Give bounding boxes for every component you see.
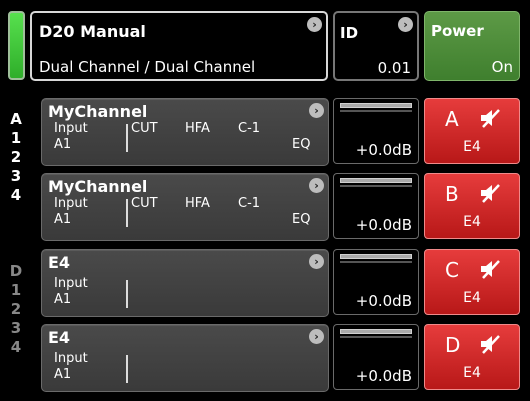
channel-name: E4 xyxy=(48,253,71,272)
mute-letter: A xyxy=(445,107,459,131)
mute-letter: D xyxy=(445,333,461,357)
input-label: Input xyxy=(54,121,88,136)
side-label-a: A xyxy=(10,110,22,128)
channel-c-panel[interactable]: E4 Input A1 › xyxy=(41,249,329,317)
power-label: Power xyxy=(431,22,484,40)
level-value: +0.0dB xyxy=(355,141,412,159)
divider xyxy=(126,280,128,308)
power-button[interactable]: Power On xyxy=(424,11,520,81)
crossover-label: C-1 xyxy=(238,196,261,211)
input-value: A1 xyxy=(54,292,72,307)
side-label-d1: 1 xyxy=(10,281,22,299)
id-label: ID xyxy=(340,24,359,42)
level-meter-track xyxy=(340,185,412,187)
level-value: +0.0dB xyxy=(355,367,412,385)
side-label-d4: 4 xyxy=(10,338,22,356)
divider xyxy=(126,199,128,227)
input-value: A1 xyxy=(54,367,72,382)
chevron-right-icon: › xyxy=(309,103,324,118)
speaker-mute-icon xyxy=(481,260,500,279)
mute-sub: E4 xyxy=(463,290,481,306)
chevron-right-icon: › xyxy=(309,329,324,344)
device-header-button[interactable]: D20 Manual Dual Channel / Dual Channel › xyxy=(30,11,328,81)
level-meter xyxy=(340,178,412,183)
level-meter-track xyxy=(340,110,412,112)
level-meter xyxy=(340,103,412,108)
status-indicator xyxy=(8,11,25,80)
channel-d-level[interactable]: +0.0dB xyxy=(333,324,419,390)
side-label-d2: 2 xyxy=(10,300,22,318)
input-label: Input xyxy=(54,196,88,211)
mute-button-b[interactable]: B E4 xyxy=(424,173,520,239)
speaker-mute-icon xyxy=(481,184,500,203)
power-value: On xyxy=(491,58,513,76)
device-mode: Dual Channel / Dual Channel xyxy=(39,58,256,76)
hfa-label: HFA xyxy=(185,196,210,211)
side-label-4: 4 xyxy=(10,186,22,204)
side-label-1: 1 xyxy=(10,129,22,147)
mute-sub: E4 xyxy=(463,214,481,230)
id-button[interactable]: ID 0.01 › xyxy=(333,11,419,81)
input-label: Input xyxy=(54,276,88,291)
mute-button-d[interactable]: D E4 xyxy=(424,324,520,390)
mute-letter: B xyxy=(445,182,459,206)
hfa-label: HFA xyxy=(185,121,210,136)
mute-sub: E4 xyxy=(463,139,481,155)
cut-label: CUT xyxy=(131,121,158,136)
side-label-d: D xyxy=(9,262,23,280)
channel-name: MyChannel xyxy=(48,177,148,196)
divider xyxy=(126,124,128,152)
eq-label: EQ xyxy=(292,212,311,227)
side-label-d3: 3 xyxy=(10,319,22,337)
input-value: A1 xyxy=(54,137,72,152)
mute-button-a[interactable]: A E4 xyxy=(424,98,520,164)
level-meter xyxy=(340,254,412,259)
divider xyxy=(126,355,128,383)
side-label-3: 3 xyxy=(10,167,22,185)
side-label-2: 2 xyxy=(10,148,22,166)
chevron-right-icon: › xyxy=(309,254,324,269)
device-title: D20 Manual xyxy=(39,22,146,41)
speaker-mute-icon xyxy=(481,335,500,354)
cut-label: CUT xyxy=(131,196,158,211)
level-meter-track xyxy=(340,261,412,263)
channel-a-panel[interactable]: MyChannel Input A1 CUT HFA C-1 EQ › xyxy=(41,98,329,166)
input-label: Input xyxy=(54,351,88,366)
chevron-right-icon: › xyxy=(307,17,322,32)
id-value: 0.01 xyxy=(377,59,411,77)
mute-letter: C xyxy=(445,258,459,282)
level-meter xyxy=(340,329,412,334)
channel-a-level[interactable]: +0.0dB xyxy=(333,98,419,164)
level-meter-track xyxy=(340,336,412,338)
level-value: +0.0dB xyxy=(355,216,412,234)
level-value: +0.0dB xyxy=(355,292,412,310)
input-value: A1 xyxy=(54,212,72,227)
channel-d-panel[interactable]: E4 Input A1 › xyxy=(41,324,329,392)
channel-b-level[interactable]: +0.0dB xyxy=(333,173,419,239)
mute-sub: E4 xyxy=(463,365,481,381)
mute-button-c[interactable]: C E4 xyxy=(424,249,520,315)
channel-b-panel[interactable]: MyChannel Input A1 CUT HFA C-1 EQ › xyxy=(41,173,329,241)
channel-c-level[interactable]: +0.0dB xyxy=(333,249,419,315)
eq-label: EQ xyxy=(292,137,311,152)
chevron-right-icon: › xyxy=(398,17,413,32)
speaker-mute-icon xyxy=(481,109,500,128)
channel-name: MyChannel xyxy=(48,102,148,121)
channel-name: E4 xyxy=(48,328,71,347)
chevron-right-icon: › xyxy=(309,178,324,193)
crossover-label: C-1 xyxy=(238,121,261,136)
